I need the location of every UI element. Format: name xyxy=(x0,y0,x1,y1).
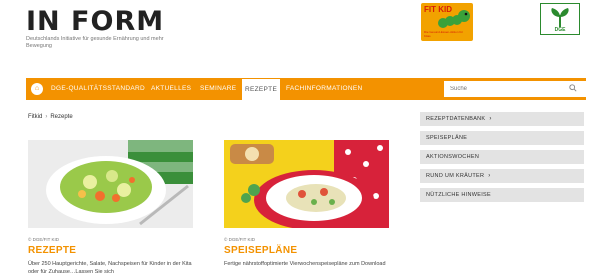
breadcrumb-item-fitkid[interactable]: Fitkid xyxy=(28,114,42,120)
fit-kid-logo-text: FIT KID xyxy=(424,5,452,14)
logo-tagline: Deutschlands Initiative für gesunde Ernä… xyxy=(26,36,164,49)
sidebar-item-label: RUND UM KRÄUTER xyxy=(426,173,485,179)
search-icon[interactable] xyxy=(569,84,577,92)
sidebar-item-label: NÜTZLICHE HINWEISE xyxy=(426,192,491,198)
dge-logo-text: DGE xyxy=(554,27,566,33)
breadcrumb-item-rezepte: Rezepte xyxy=(50,114,73,120)
fit-kid-logo-subtext: Die Gesund-Essen-Aktion für Kitas xyxy=(424,30,463,38)
sidebar-item-speiseplaene[interactable]: SPEISEPLÄNE xyxy=(420,131,584,145)
sidebar-item-label: REZEPTDATENBANK xyxy=(426,116,486,122)
nav-item-seminare[interactable]: SEMINARE xyxy=(197,78,239,100)
in-form-logo[interactable]: IN FORM Deutschlands Initiative für gesu… xyxy=(26,6,166,50)
sidebar-item-rund-um-kraeuter[interactable]: RUND UM KRÄUTER › xyxy=(420,169,584,183)
card-description: Fertige nährstoffoptimierte Vierwochensp… xyxy=(224,261,386,267)
card-speiseplaene[interactable]: © DGE/FIT KID SPEISEPLÄNE Fertige nährst… xyxy=(224,140,389,268)
plant-icon xyxy=(551,8,569,27)
card-title[interactable]: REZEPTE xyxy=(28,245,193,256)
chevron-right-icon: › xyxy=(488,173,491,179)
image-credit: © DGE/FIT KID xyxy=(224,237,255,242)
fit-kid-logo[interactable]: FIT KID Die Gesund-Essen-Aktion für Kita… xyxy=(421,3,473,41)
sidebar-menu: REZEPTDATENBANK › SPEISEPLÄNE AKTIONSWOCH… xyxy=(420,112,584,207)
nav-item-fachinformationen[interactable]: FACHINFORMATIONEN xyxy=(283,78,365,100)
home-icon[interactable]: ⌂ xyxy=(31,83,43,95)
breadcrumb: Fitkid › Rezepte xyxy=(28,114,73,120)
sidebar-item-nuetzliche-hinweise[interactable]: NÜTZLICHE HINWEISE xyxy=(420,188,584,202)
card-rezepte[interactable]: © DGE/FIT KID REZEPTE Über 250 Hauptgeri… xyxy=(28,140,193,276)
card-title[interactable]: SPEISEPLÄNE xyxy=(224,245,389,256)
image-credit: © DGE/FIT KID xyxy=(28,237,59,242)
sidebar-item-aktionswochen[interactable]: AKTIONSWOCHEN xyxy=(420,150,584,164)
breadcrumb-separator: › xyxy=(45,114,48,120)
sidebar-item-label: SPEISEPLÄNE xyxy=(426,135,468,141)
chevron-right-icon: › xyxy=(489,116,492,122)
meal-plate-image[interactable] xyxy=(224,140,389,230)
card-description: Über 250 Hauptgerichte, Salate, Nachspei… xyxy=(28,261,192,275)
salad-image[interactable] xyxy=(28,140,193,228)
nav-item-dge-qualitaetsstandard[interactable]: DGE-QUALITÄTSSTANDARD xyxy=(48,78,148,100)
dge-logo[interactable]: DGE xyxy=(540,3,580,35)
sidebar-item-rezeptdatenbank[interactable]: REZEPTDATENBANK › xyxy=(420,112,584,126)
sidebar-item-label: AKTIONSWOCHEN xyxy=(426,154,480,160)
nav-item-rezepte[interactable]: REZEPTE xyxy=(242,78,281,100)
main-navigation: ⌂ DGE-QUALITÄTSSTANDARD AKTUELLES SEMINA… xyxy=(26,78,596,100)
nav-item-aktuelles[interactable]: AKTUELLES xyxy=(148,78,194,100)
logo-text: IN FORM xyxy=(26,6,165,37)
